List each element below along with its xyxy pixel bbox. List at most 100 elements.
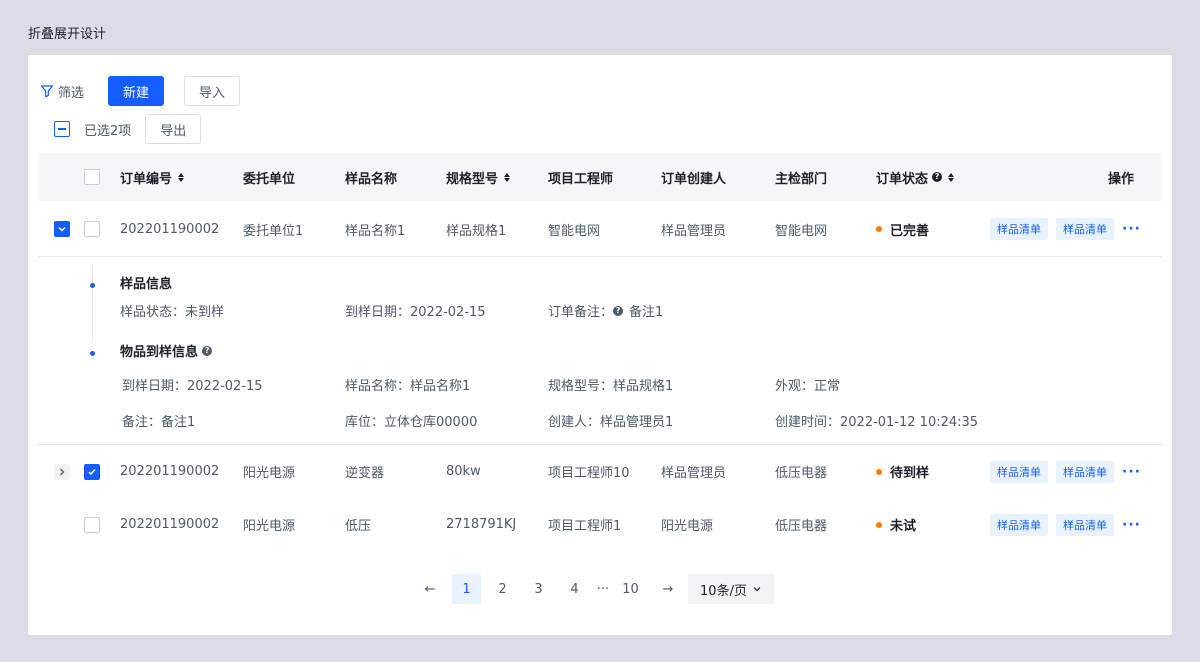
collapse-row-button[interactable] (54, 221, 70, 237)
header-dept: 主检部门 (775, 171, 828, 187)
toolbar-selection: 已选2项 导出 (54, 114, 202, 144)
sort-icon[interactable] (504, 172, 511, 182)
page-2[interactable]: 2 (488, 574, 517, 604)
prev-page-button[interactable]: ← (418, 574, 442, 604)
cell-client: 阳光电源 (243, 519, 296, 534)
chevron-right-icon (60, 468, 65, 475)
sort-icon[interactable] (948, 172, 955, 182)
cell-client: 阳光电源 (243, 466, 296, 481)
help-icon[interactable]: ? (932, 172, 943, 182)
header-spec[interactable]: 规格型号 (446, 153, 511, 201)
timeline-dot (90, 283, 95, 288)
cell-sample-name: 样品名称1 (345, 223, 406, 239)
detail-sample-status: 样品状态：未到样 (120, 305, 225, 320)
cell-spec: 80kw (446, 464, 481, 479)
pagination: ← 1 2 3 4 ··· 10 → 10条/页 (28, 574, 1172, 604)
header-checkbox[interactable] (84, 169, 100, 185)
help-icon[interactable]: ? (613, 305, 624, 316)
table-row: 202201190002 阳光电源 低压 2718791KJ 项目工程师1 阳光… (38, 498, 1162, 551)
more-icon[interactable]: ··· (1122, 517, 1141, 533)
row-checkbox[interactable] (84, 516, 100, 533)
page-size-select[interactable]: 10条/页 (688, 574, 774, 604)
more-icon[interactable]: ··· (1122, 464, 1141, 480)
header-action: 操作 (1108, 171, 1135, 187)
sample-list-link[interactable]: 样品清单 (990, 218, 1048, 240)
detail-created-at: 创建时间：2022-01-12 10:24:35 (775, 415, 979, 430)
cell-order-no: 202201190002 (120, 517, 220, 532)
detail-order-remark: 订单备注： ? 备注1 (548, 305, 664, 320)
cell-dept: 低压电器 (775, 519, 828, 534)
page-ellipsis[interactable]: ··· (592, 574, 614, 604)
detail-appearance: 外观：正常 (775, 379, 841, 394)
sample-list-link[interactable]: 样品清单 (990, 513, 1048, 536)
filter-button[interactable]: 筛选 (40, 82, 84, 101)
table-row: 202201190002 阳光电源 逆变器 80kw 项目工程师10 样品管理员… (38, 445, 1162, 498)
table-header: 订单编号 委托单位 样品名称 规格型号 项目工程师 订单创建人 主检部门 订单状… (38, 153, 1162, 201)
selected-count: 已选2项 (84, 123, 132, 139)
cell-order-no: 202201190002 (120, 464, 220, 479)
sort-icon[interactable] (178, 172, 185, 182)
detail-location: 库位：立体仓库00000 (345, 415, 478, 430)
header-order-no[interactable]: 订单编号 (120, 153, 185, 201)
status-badge: 待到样 (876, 462, 929, 481)
header-engineer: 项目工程师 (548, 171, 614, 187)
export-button[interactable]: 导出 (145, 114, 202, 144)
check-icon (88, 468, 96, 475)
table-row: 202201190002 委托单位1 样品名称1 样品规格1 智能电网 样品管理… (38, 201, 1162, 257)
row-checkbox[interactable] (84, 221, 100, 237)
more-icon[interactable]: ··· (1122, 221, 1141, 237)
cell-creator: 阳光电源 (661, 519, 714, 534)
cell-creator: 样品管理员 (661, 466, 727, 481)
page-4[interactable]: 4 (560, 574, 589, 604)
page-3[interactable]: 3 (524, 574, 553, 604)
cell-client: 委托单位1 (243, 223, 304, 239)
status-badge: 已完善 (876, 220, 929, 239)
cell-order-no: 202201190002 (120, 221, 220, 237)
page-1[interactable]: 1 (452, 574, 481, 604)
detail-arrival-date: 到样日期：2022-02-15 (122, 379, 263, 394)
new-button[interactable]: 新建 (108, 76, 165, 106)
cell-sample-name: 低压 (345, 519, 372, 534)
sample-list-link[interactable]: 样品清单 (1056, 460, 1114, 483)
import-button[interactable]: 导入 (184, 76, 241, 106)
cell-spec: 2718791KJ (446, 517, 517, 532)
chevron-down-icon (58, 227, 66, 232)
header-client: 委托单位 (243, 171, 296, 187)
cell-sample-name: 逆变器 (345, 466, 385, 481)
cell-spec: 样品规格1 (446, 223, 507, 239)
expand-row-button[interactable] (54, 463, 70, 480)
header-creator: 订单创建人 (661, 171, 727, 187)
header-sample-name: 样品名称 (345, 171, 398, 187)
sample-list-link[interactable]: 样品清单 (1056, 513, 1114, 536)
sample-list-link[interactable]: 样品清单 (1056, 218, 1114, 240)
section-title-sample-info: 样品信息 (120, 277, 173, 292)
toolbar-primary: 筛选 新建 导入 (40, 76, 241, 106)
cell-creator: 样品管理员 (661, 223, 727, 239)
status-badge: 未试 (876, 515, 916, 534)
filter-icon (40, 85, 54, 98)
expanded-detail: 样品信息 样品状态：未到样 到样日期：2022-02-15 订单备注： ? 备注… (38, 257, 1162, 443)
help-icon[interactable]: ? (202, 345, 213, 356)
detail-creator: 创建人：样品管理员1 (548, 415, 674, 430)
cell-dept: 智能电网 (775, 223, 828, 239)
detail-remark: 备注：备注1 (122, 415, 196, 430)
next-page-button[interactable]: → (656, 574, 680, 604)
timeline-dot (90, 351, 95, 356)
cell-engineer: 智能电网 (548, 223, 601, 239)
detail-arrival-date: 到样日期：2022-02-15 (345, 305, 486, 320)
section-title-arrival-info: 物品到样信息 ? (120, 341, 213, 360)
page-10[interactable]: 10 (616, 574, 645, 604)
detail-sample-name: 样品名称：样品名称1 (345, 379, 471, 394)
detail-spec: 规格型号：样品规格1 (548, 379, 674, 394)
row-checkbox[interactable] (84, 463, 100, 480)
sample-list-link[interactable]: 样品清单 (990, 460, 1048, 483)
filter-label: 筛选 (58, 85, 85, 101)
page-title: 折叠展开设计 (28, 27, 107, 42)
select-all-checkbox[interactable] (54, 121, 70, 137)
main-card: 筛选 新建 导入 已选2项 导出 订单编号 委托单位 样品名称 规格型号 项目工… (28, 55, 1172, 635)
timeline-line (92, 265, 93, 341)
header-status[interactable]: 订单状态 ? (876, 153, 955, 201)
cell-engineer: 项目工程师1 (548, 519, 622, 534)
cell-dept: 低压电器 (775, 466, 828, 481)
cell-engineer: 项目工程师10 (548, 466, 630, 481)
